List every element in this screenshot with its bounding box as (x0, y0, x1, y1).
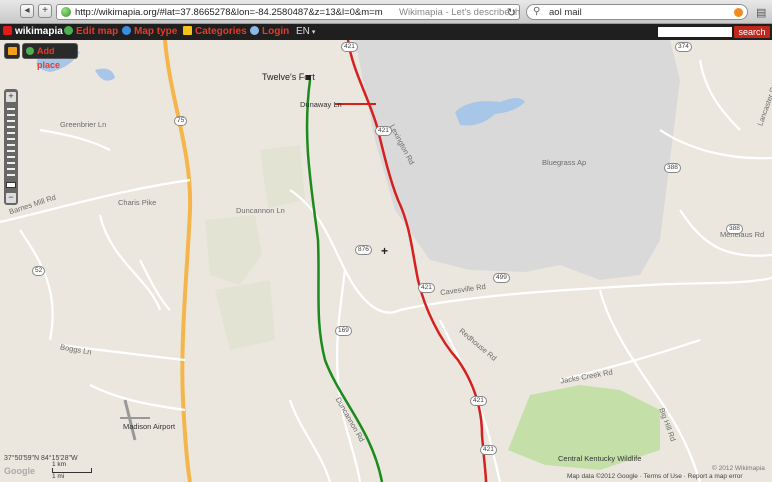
search-icon: ⚲ (533, 6, 541, 17)
wikimapia-toolbar: wikimapia Edit map Map type Categories L… (0, 24, 772, 40)
route-shield: 421 (480, 445, 497, 455)
google-logo: Google (4, 466, 35, 476)
zoom-out-button[interactable]: − (6, 193, 16, 203)
browser-toolbar: ◂ + http://wikimapia.org/#lat=37.8665278… (0, 0, 772, 24)
layers-icon (8, 47, 17, 55)
zoom-tick[interactable] (7, 120, 15, 122)
map-canvas[interactable]: Twelve's Fort Dunaway Ln Bluegrass Ap Ma… (0, 40, 772, 482)
user-icon (250, 26, 259, 35)
wikimapia-logo[interactable]: wikimapia (3, 26, 63, 38)
route-shield: 169 (335, 326, 352, 336)
zoom-thumb[interactable] (6, 182, 16, 188)
edit-map-label: Edit map (76, 26, 119, 37)
zoom-tick[interactable] (7, 168, 15, 170)
add-place-button[interactable]: Add place (22, 43, 78, 70)
place-label-central-ky-wma[interactable]: Central Kentucky Wildlife (558, 454, 641, 463)
route-shield: 876 (355, 245, 372, 255)
url-text: http://wikimapia.org/#lat=37.8665278&lon… (75, 7, 383, 18)
scale-label-km: 1 km (52, 461, 67, 468)
route-shield: 421 (341, 42, 358, 52)
zoom-tick[interactable] (7, 108, 15, 110)
page-title: Wikimapia - Let's describe the whole wor… (399, 7, 520, 18)
zoom-tick[interactable] (7, 162, 15, 164)
language-label: EN (296, 26, 310, 37)
map-type-label: Map type (134, 26, 178, 37)
back-button[interactable]: ◂ (20, 4, 34, 18)
route-shield: 75 (174, 116, 188, 126)
browser-search-text: aol mail (549, 7, 582, 18)
search-button[interactable]: search (734, 26, 770, 38)
zoom-tick[interactable] (7, 114, 15, 116)
login-label: Login (262, 26, 290, 37)
zoom-tick[interactable] (7, 144, 15, 146)
edit-map-icon (64, 26, 73, 35)
categories-icon (183, 26, 192, 35)
wikimapia-copyright: © 2012 Wikimapia (712, 465, 765, 472)
wikimapia-search-input[interactable] (658, 27, 732, 37)
address-bar[interactable]: http://wikimapia.org/#lat=37.8665278&lon… (56, 4, 520, 20)
zoom-tick[interactable] (7, 132, 15, 134)
zoom-tick[interactable] (7, 156, 15, 158)
zoom-tick[interactable] (7, 174, 15, 176)
browser-search-field[interactable]: ⚲ aol mail (526, 4, 748, 20)
route-shield: 388 (726, 224, 743, 234)
map-type-button[interactable]: Map type (122, 26, 177, 38)
add-place-icon (26, 47, 34, 55)
page-menu-icon[interactable]: ▤ (756, 6, 767, 19)
site-favicon-icon (61, 7, 71, 17)
layers-button[interactable] (4, 43, 20, 59)
new-tab-button[interactable]: + (38, 4, 52, 18)
zoom-tick[interactable] (7, 150, 15, 152)
place-label-bluegrass-ap[interactable]: Bluegrass Ap (542, 158, 586, 167)
zoom-tick[interactable] (7, 138, 15, 140)
place-label-madison-airport[interactable]: Madison Airport (123, 422, 175, 431)
route-shield: 421 (418, 283, 435, 293)
categories-button[interactable]: Categories (183, 26, 247, 38)
reload-icon[interactable]: ↻ (507, 6, 516, 19)
map-graphics (0, 40, 772, 482)
language-selector[interactable]: EN ▾ (296, 26, 315, 37)
chevron-down-icon: ▾ (309, 29, 316, 36)
scale-label-mi: 1 mi (52, 473, 65, 480)
zoom-slider[interactable]: + − (4, 89, 18, 205)
categories-label: Categories (195, 26, 247, 37)
edit-map-button[interactable]: Edit map (64, 26, 118, 38)
wikimapia-logo-icon (3, 26, 12, 35)
route-shield: 421 (375, 126, 392, 136)
clear-search-icon[interactable] (734, 8, 743, 17)
login-button[interactable]: Login (250, 26, 289, 38)
route-shield: 374 (675, 42, 692, 52)
route-shield: 499 (493, 273, 510, 283)
map-type-icon (122, 26, 131, 35)
road-label: Duncannon Ln (236, 206, 285, 215)
coordinates-readout: 37°50'59"N 84°15'28"W (4, 455, 78, 462)
road-label: Charis Pike (118, 198, 157, 207)
zoom-in-button[interactable]: + (6, 92, 16, 102)
road-label: Greenbrier Ln (60, 120, 107, 129)
route-shield: 421 (470, 396, 487, 406)
place-label-dunaway-ln[interactable]: Dunaway Ln (300, 100, 342, 109)
crosshair-icon: + (381, 244, 389, 258)
map-copyright[interactable]: Map data ©2012 Google · Terms of Use · R… (567, 473, 743, 480)
add-place-label: Add place (37, 46, 61, 70)
route-shield: 388 (664, 163, 681, 173)
zoom-tick[interactable] (7, 126, 15, 128)
wikimapia-logo-text: wikimapia (15, 26, 63, 37)
route-shield: 52 (32, 266, 46, 276)
place-label-twelves-fort[interactable]: Twelve's Fort (262, 72, 315, 82)
map-scale: 1 km 1 mi (38, 461, 98, 480)
